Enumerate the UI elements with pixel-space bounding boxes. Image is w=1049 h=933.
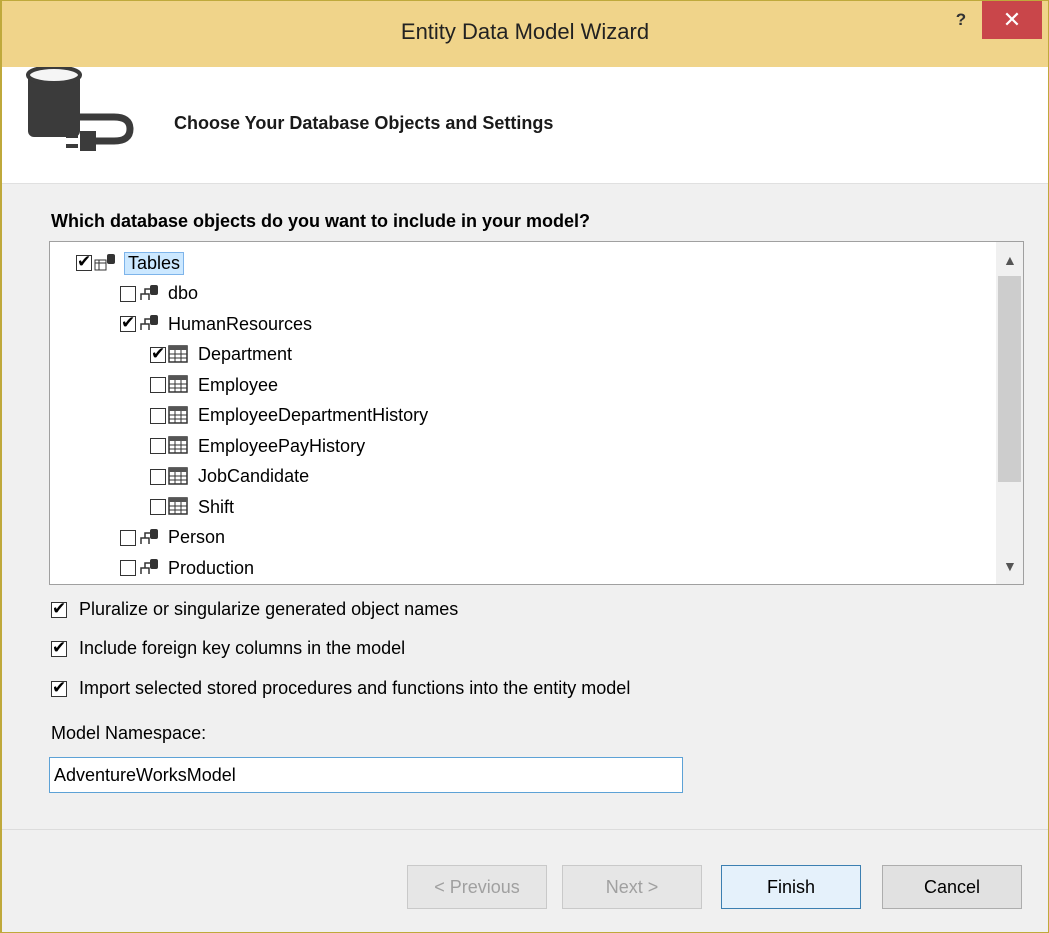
option-label: Pluralize or singularize generated objec… — [79, 599, 459, 619]
tree-node[interactable]: JobCandidate — [150, 464, 309, 490]
table-icon — [168, 497, 190, 517]
option-label: Import selected stored procedures and fu… — [79, 678, 631, 698]
schema-icon — [138, 284, 160, 304]
tree-node[interactable]: Employee — [150, 372, 278, 398]
tree-node[interactable]: Person — [120, 525, 225, 551]
table-icon — [168, 344, 190, 365]
schema-icon — [138, 528, 160, 548]
namespace-label: Model Namespace: — [51, 723, 207, 743]
namespace-input[interactable] — [49, 757, 683, 793]
tree-node[interactable]: Department — [150, 342, 292, 368]
scroll-down-icon[interactable]: ▼ — [1003, 558, 1017, 574]
tree-node-label[interactable]: Department — [198, 344, 292, 365]
option-checkbox[interactable] — [51, 638, 67, 658]
tree-node-label[interactable]: Person — [168, 527, 225, 548]
title-bar: Entity Data Model Wizard ? ✕ — [2, 1, 1048, 67]
option-checkbox[interactable] — [51, 599, 67, 619]
table-icon — [168, 436, 190, 456]
tree-node-label[interactable]: Tables — [124, 251, 185, 275]
tree-node[interactable]: Tables — [76, 250, 185, 276]
tree-node-label[interactable]: Shift — [198, 497, 234, 518]
tree-node-checkbox[interactable] — [76, 252, 92, 272]
scroll-up-icon[interactable]: ▲ — [1003, 252, 1017, 268]
option-row[interactable]: Import selected stored procedures and fu… — [51, 678, 630, 699]
wizard-header: Choose Your Database Objects and Setting… — [2, 65, 1048, 184]
tree-node-label[interactable]: HumanResources — [168, 314, 312, 335]
close-button[interactable]: ✕ — [982, 1, 1042, 39]
cancel-button[interactable]: Cancel — [882, 865, 1022, 909]
option-row[interactable]: Include foreign key columns in the model — [51, 638, 405, 659]
tree-node-checkbox[interactable] — [150, 468, 166, 485]
tree-node-checkbox[interactable] — [120, 313, 136, 333]
table-icon — [168, 375, 190, 395]
help-button[interactable]: ? — [946, 7, 976, 35]
database-connection-icon — [22, 65, 142, 182]
tree-node-checkbox[interactable] — [120, 560, 136, 576]
schema-icon — [138, 314, 160, 334]
tree-node[interactable]: EmployeeDepartmentHistory — [150, 403, 428, 429]
tree-node-checkbox[interactable] — [150, 499, 166, 515]
tree-node-label[interactable]: dbo — [168, 283, 198, 304]
tree-node-label[interactable]: Employee — [198, 375, 278, 396]
tree-scrollbar[interactable]: ▲ ▼ — [996, 242, 1023, 584]
tree-node-label[interactable]: JobCandidate — [198, 466, 309, 487]
table-icon — [168, 466, 190, 487]
tree-node[interactable]: HumanResources — [120, 311, 312, 337]
tree-node-label[interactable]: EmployeePayHistory — [198, 436, 365, 457]
window-title: Entity Data Model Wizard — [400, 19, 650, 44]
footer-divider — [2, 829, 1048, 830]
tree-node[interactable]: Production — [120, 555, 254, 581]
previous-button[interactable]: < Previous — [407, 865, 547, 909]
objects-question: Which database objects do you want to in… — [51, 211, 591, 231]
option-label: Include foreign key columns in the model — [79, 638, 406, 658]
page-heading: Choose Your Database Objects and Setting… — [174, 113, 554, 133]
tree-node[interactable]: EmployeePayHistory — [150, 433, 365, 459]
tree-node-label[interactable]: EmployeeDepartmentHistory — [198, 405, 428, 426]
tree-node-label[interactable]: Production — [168, 558, 254, 579]
database-objects-tree[interactable]: Tables dbo HumanResources Department Employe… — [49, 241, 1024, 585]
wizard-window: Entity Data Model Wizard ? ✕ Choose Your… — [0, 0, 1049, 933]
finish-button[interactable]: Finish — [721, 865, 861, 909]
tree-node[interactable]: dbo — [120, 281, 198, 307]
scroll-thumb[interactable] — [998, 276, 1021, 482]
tree-node-checkbox[interactable] — [150, 438, 166, 454]
tree-node[interactable]: Shift — [150, 494, 234, 520]
tree-node-checkbox[interactable] — [150, 344, 166, 364]
schema-icon — [138, 558, 160, 578]
next-button[interactable]: Next > — [562, 865, 702, 909]
table-icon — [168, 405, 190, 426]
option-row[interactable]: Pluralize or singularize generated objec… — [51, 599, 458, 620]
tables-icon — [94, 253, 116, 273]
tree-node-checkbox[interactable] — [120, 285, 136, 302]
tree-node-checkbox[interactable] — [150, 377, 166, 393]
option-checkbox[interactable] — [51, 678, 67, 698]
tree-node-checkbox[interactable] — [150, 407, 166, 424]
tree-node-checkbox[interactable] — [120, 529, 136, 546]
